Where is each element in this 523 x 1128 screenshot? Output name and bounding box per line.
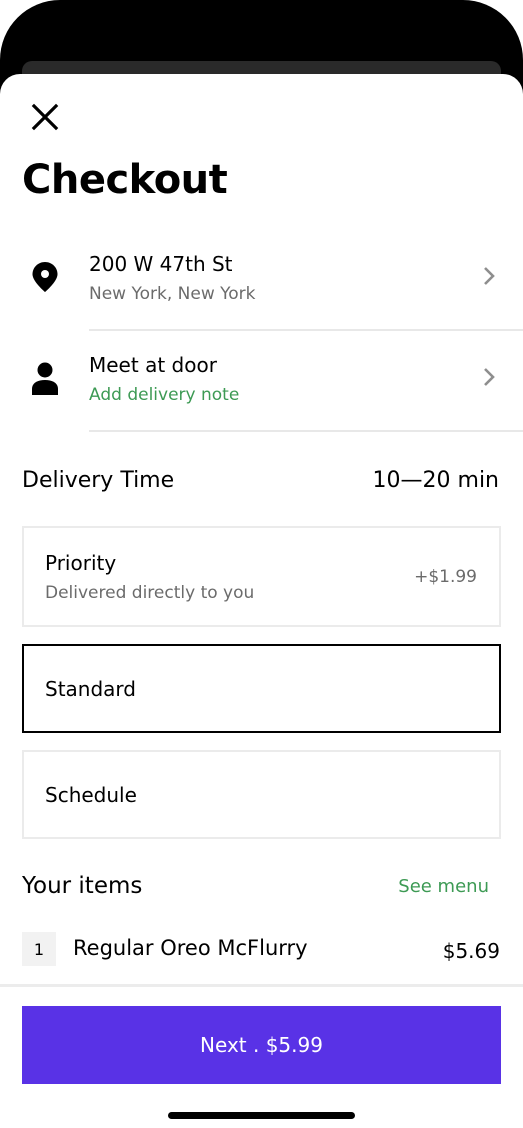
option-price: +$1.99 xyxy=(414,567,477,587)
next-button[interactable]: Next . $5.99 xyxy=(22,1006,501,1084)
chevron-right-icon xyxy=(484,267,495,285)
divider xyxy=(89,430,523,432)
close-button[interactable] xyxy=(28,100,62,134)
chevron-right-icon xyxy=(484,368,495,386)
dropoff-option: Meet at door xyxy=(89,353,217,377)
option-subtitle: Delivered directly to you xyxy=(45,583,255,603)
item-quantity[interactable]: 1 xyxy=(22,932,56,966)
close-icon xyxy=(31,103,59,131)
delivery-option-schedule[interactable]: Schedule xyxy=(22,750,501,839)
item-price: $5.69 xyxy=(442,939,500,963)
option-name: Schedule xyxy=(45,783,137,807)
address-line1: 200 W 47th St xyxy=(89,252,233,276)
item-name: Regular Oreo McFlurry xyxy=(73,936,308,960)
delivery-option-priority[interactable]: Priority Delivered directly to you +$1.9… xyxy=(22,526,501,627)
location-pin-icon xyxy=(32,262,58,292)
delivery-eta: 10—20 min xyxy=(372,468,499,493)
home-indicator xyxy=(168,1112,355,1119)
person-icon xyxy=(32,362,58,395)
delivery-option-standard[interactable]: Standard xyxy=(22,644,501,733)
address-row[interactable]: 200 W 47th St New York, New York xyxy=(0,231,523,331)
option-name: Standard xyxy=(45,677,136,701)
dropoff-row[interactable]: Meet at door Add delivery note xyxy=(0,332,523,432)
footer-divider xyxy=(0,984,523,987)
option-name: Priority xyxy=(45,551,117,575)
address-line2: New York, New York xyxy=(89,284,256,304)
add-delivery-note-link[interactable]: Add delivery note xyxy=(89,384,239,406)
delivery-time-label: Delivery Time xyxy=(22,468,175,493)
your-items-heading: Your items xyxy=(22,873,143,899)
see-menu-link[interactable]: See menu xyxy=(398,875,489,899)
divider xyxy=(89,329,523,331)
page-title: Checkout xyxy=(22,157,228,203)
